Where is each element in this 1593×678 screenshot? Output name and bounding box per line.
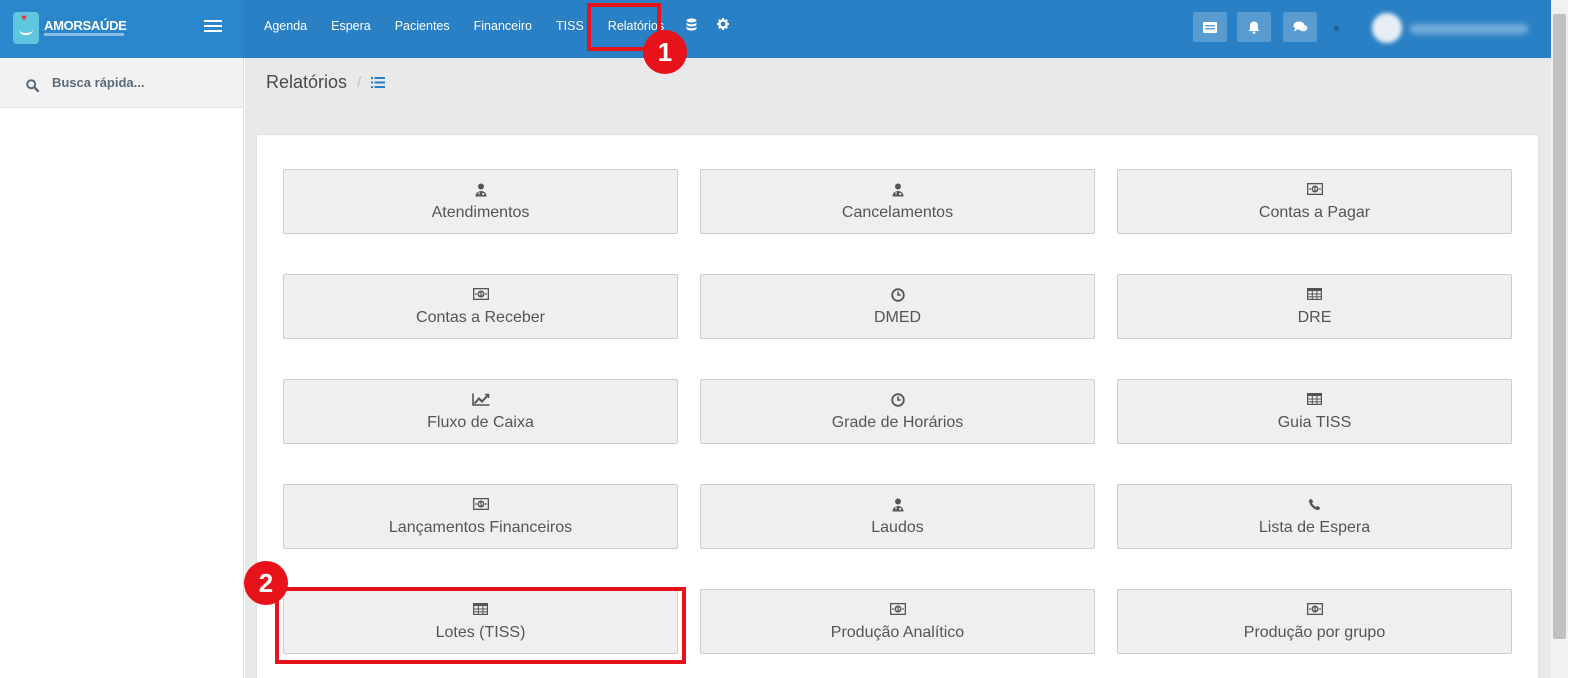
report-card-label: Grade de Horários xyxy=(831,414,964,431)
svg-text:$: $ xyxy=(479,292,482,298)
nav-agenda[interactable]: Agenda xyxy=(252,0,319,58)
svg-text:$: $ xyxy=(1313,607,1316,613)
report-card-label: Produção por grupo xyxy=(1243,624,1386,641)
report-card[interactable]: Laudos xyxy=(700,484,1095,549)
main-content: Relatórios / xyxy=(245,58,1551,678)
list-icon[interactable] xyxy=(371,72,386,93)
nav-pacientes[interactable]: Pacientes xyxy=(383,0,462,58)
scrollbar-thumb[interactable] xyxy=(1553,14,1566,639)
report-card[interactable]: Atendimentos xyxy=(283,169,678,234)
report-card-label: Produção Analítico xyxy=(830,624,965,641)
report-card-label: Contas a Receber xyxy=(416,309,545,326)
report-card[interactable]: $ Produção por grupo xyxy=(1117,589,1512,654)
money-icon: $ xyxy=(284,288,677,302)
report-card[interactable]: DRE xyxy=(1117,274,1512,339)
report-card-label: Cancelamentos xyxy=(841,204,954,221)
breadcrumb: Relatórios / xyxy=(266,72,386,93)
report-card-label: DRE xyxy=(1297,309,1332,326)
report-card[interactable]: Fluxo de Caixa xyxy=(283,379,678,444)
svg-text:$: $ xyxy=(479,502,482,508)
doctor-icon xyxy=(701,183,1094,197)
search-input[interactable] xyxy=(52,75,232,90)
chat-icon[interactable] xyxy=(1283,12,1317,42)
doctor-icon xyxy=(284,183,677,197)
avatar[interactable] xyxy=(1372,13,1402,43)
money-icon: $ xyxy=(701,603,1094,617)
report-card[interactable]: $ Contas a Receber xyxy=(283,274,678,339)
brand-tagline-bar xyxy=(44,33,124,36)
gear-icon[interactable] xyxy=(707,0,739,58)
report-card[interactable]: DMED xyxy=(700,274,1095,339)
sidebar xyxy=(0,58,244,678)
annotation-marker-2: 2 xyxy=(244,561,288,605)
report-card-label: Lançamentos Financeiros xyxy=(388,519,573,536)
hamburger-menu-icon[interactable] xyxy=(204,20,222,34)
bell-icon[interactable] xyxy=(1237,12,1271,42)
brand-name: AMORSAÚDE xyxy=(44,18,127,33)
report-card-label: Lista de Espera xyxy=(1258,519,1371,536)
right-margin xyxy=(1568,0,1593,678)
svg-text:$: $ xyxy=(1313,187,1316,193)
cards-icon[interactable] xyxy=(1193,12,1227,42)
money-icon: $ xyxy=(1118,183,1511,197)
doctor-icon xyxy=(701,498,1094,512)
money-icon: $ xyxy=(284,498,677,512)
report-card-label: Guia TISS xyxy=(1277,414,1352,431)
search-icon xyxy=(26,79,39,92)
report-card[interactable]: $ Lançamentos Financeiros xyxy=(283,484,678,549)
annotation-box-2 xyxy=(275,587,686,664)
table-icon xyxy=(1118,393,1511,407)
report-card-label: Contas a Pagar xyxy=(1258,204,1371,221)
report-card-label: DMED xyxy=(873,309,922,326)
chart-line-icon xyxy=(284,393,677,407)
report-card[interactable]: $ Produção Analítico xyxy=(700,589,1095,654)
report-card-label: Laudos xyxy=(871,519,924,536)
breadcrumb-separator: / xyxy=(357,74,362,91)
report-card[interactable]: Cancelamentos xyxy=(700,169,1095,234)
phone-icon xyxy=(1118,498,1511,512)
clock-icon xyxy=(701,288,1094,302)
page-title: Relatórios xyxy=(266,72,348,92)
status-dot xyxy=(1334,26,1339,31)
table-icon xyxy=(1118,288,1511,302)
logo-icon: ♥ xyxy=(13,12,39,44)
report-card[interactable]: Grade de Horários xyxy=(700,379,1095,444)
user-name-blurred[interactable] xyxy=(1410,24,1528,34)
annotation-marker-1: 1 xyxy=(643,30,687,74)
nav-espera[interactable]: Espera xyxy=(319,0,383,58)
svg-text:$: $ xyxy=(896,607,899,613)
report-card-label: Fluxo de Caixa xyxy=(427,414,534,431)
nav-financeiro[interactable]: Financeiro xyxy=(462,0,544,58)
report-card[interactable]: Lista de Espera xyxy=(1117,484,1512,549)
report-card[interactable]: $ Contas a Pagar xyxy=(1117,169,1512,234)
clock-icon xyxy=(701,393,1094,407)
report-card[interactable]: Guia TISS xyxy=(1117,379,1512,444)
quick-search xyxy=(0,58,243,108)
report-card-label: Atendimentos xyxy=(431,204,530,221)
money-icon: $ xyxy=(1118,603,1511,617)
logo-area: ♥ AMORSAÚDE xyxy=(0,0,244,58)
top-bar: ♥ AMORSAÚDE Agenda Espera Pacientes Fina… xyxy=(0,0,1593,58)
